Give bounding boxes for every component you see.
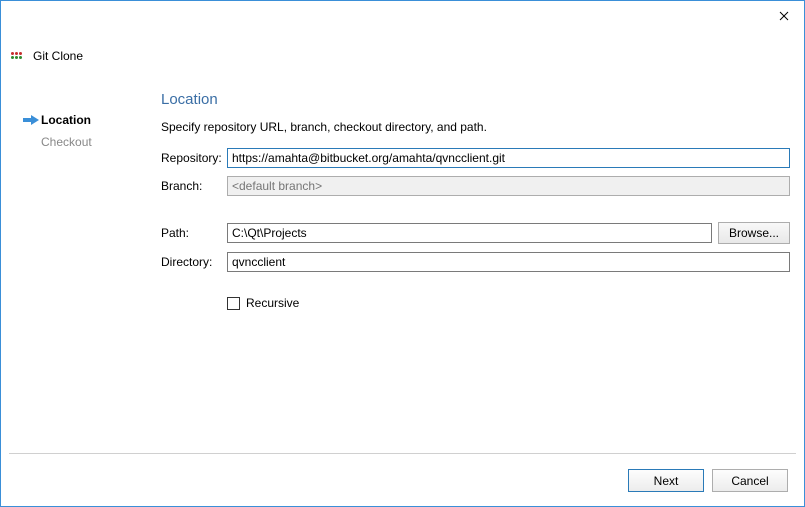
directory-label: Directory: xyxy=(161,255,227,269)
path-label: Path: xyxy=(161,226,227,240)
main-panel: Location Specify repository URL, branch,… xyxy=(161,91,790,310)
wizard-sidebar: Location Checkout xyxy=(19,109,139,153)
recursive-checkbox[interactable] xyxy=(227,297,240,310)
path-input[interactable] xyxy=(227,223,712,243)
cancel-button[interactable]: Cancel xyxy=(712,469,788,492)
sidebar-item-location[interactable]: Location xyxy=(19,109,139,131)
sidebar-item-checkout[interactable]: Checkout xyxy=(19,131,139,153)
repository-input[interactable] xyxy=(227,148,790,168)
branch-input[interactable] xyxy=(227,176,790,196)
footer-buttons: Next Cancel xyxy=(628,469,788,492)
repository-label: Repository: xyxy=(161,151,227,165)
sidebar-item-label: Location xyxy=(41,113,91,127)
section-title: Location xyxy=(161,91,790,108)
arrow-right-icon xyxy=(23,114,41,126)
directory-input[interactable] xyxy=(227,252,790,272)
dialog-title: Git Clone xyxy=(33,49,83,63)
section-description: Specify repository URL, branch, checkout… xyxy=(161,120,790,134)
next-button[interactable]: Next xyxy=(628,469,704,492)
git-icon xyxy=(11,51,27,61)
sidebar-item-label: Checkout xyxy=(41,135,92,149)
browse-button[interactable]: Browse... xyxy=(718,222,790,244)
close-button[interactable] xyxy=(770,5,798,27)
close-icon xyxy=(779,11,789,21)
dialog-header: Git Clone xyxy=(11,49,83,63)
branch-label: Branch: xyxy=(161,179,227,193)
footer-separator xyxy=(9,453,796,454)
recursive-label: Recursive xyxy=(246,296,299,310)
